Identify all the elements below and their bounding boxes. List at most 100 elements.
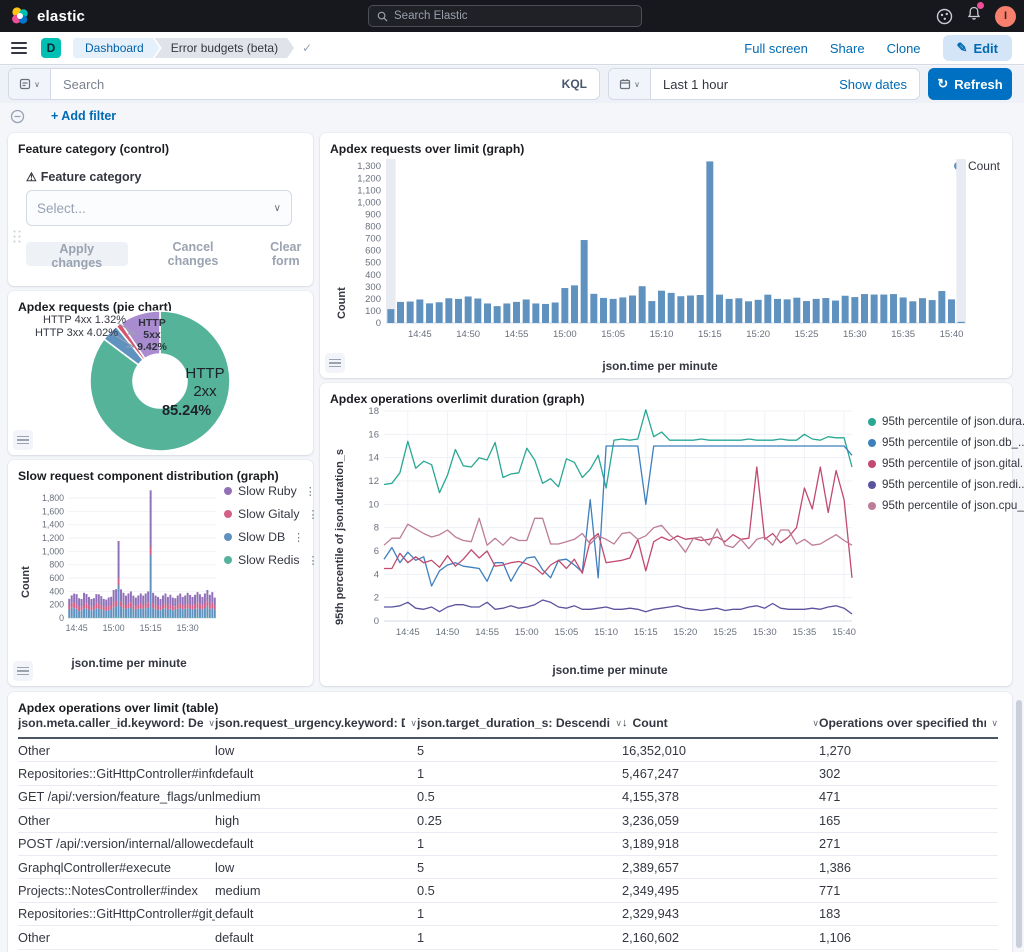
kql-toggle[interactable]: KQL bbox=[562, 77, 587, 91]
svg-text:700: 700 bbox=[365, 234, 381, 245]
svg-text:15:00: 15:00 bbox=[103, 623, 125, 633]
table-cell: 3,189,918 bbox=[622, 836, 819, 851]
full-screen-link[interactable]: Full screen bbox=[744, 41, 808, 56]
table-row[interactable]: Otherlow516,352,0101,270 bbox=[18, 739, 998, 762]
table-header-2[interactable]: json.target_duration_s: Descending∨ bbox=[417, 716, 622, 730]
legend-item[interactable]: Slow DB ⋮ bbox=[224, 530, 319, 544]
clone-link[interactable]: Clone bbox=[887, 41, 921, 56]
svg-text:15:20: 15:20 bbox=[674, 627, 698, 638]
panel-options-icon[interactable] bbox=[13, 430, 33, 450]
svg-text:15:15: 15:15 bbox=[634, 627, 658, 638]
legend-item[interactable]: 95th percentile of json.dura... bbox=[868, 415, 1024, 428]
clear-form-button[interactable]: Clear form bbox=[258, 240, 313, 268]
table-row[interactable]: Repositories::GitHttpController#git_upl.… bbox=[18, 903, 998, 926]
table-cell: 0.5 bbox=[417, 883, 622, 898]
svg-text:14:55: 14:55 bbox=[475, 627, 499, 638]
kql-search-input[interactable]: ∨ Search KQL bbox=[8, 68, 600, 100]
drag-handle[interactable] bbox=[12, 229, 22, 245]
table-row[interactable]: GraphqlController#executelow52,389,6571,… bbox=[18, 856, 998, 879]
svg-text:15:05: 15:05 bbox=[555, 627, 579, 638]
breadcrumb-dashboard[interactable]: Dashboard bbox=[73, 38, 160, 58]
svg-text:6: 6 bbox=[374, 546, 379, 557]
warning-triangle-icon: ⚠ bbox=[26, 170, 37, 184]
table-header-1[interactable]: json.request_urgency.keyword: Des...∨ bbox=[215, 716, 417, 730]
svg-text:1,400: 1,400 bbox=[42, 520, 64, 530]
bar-chart[interactable]: 01002003004005006007008009001,0001,1001,… bbox=[346, 155, 970, 355]
add-filter-link[interactable]: + Add filter bbox=[51, 109, 116, 123]
panel-options-icon[interactable] bbox=[13, 661, 33, 681]
table-cell: 4,155,378 bbox=[622, 789, 819, 804]
svg-text:15:40: 15:40 bbox=[832, 627, 856, 638]
svg-text:15:40: 15:40 bbox=[940, 329, 964, 340]
breadcrumb: Dashboard Error budgets (beta) ✓ bbox=[73, 38, 312, 58]
table-cell: medium bbox=[215, 883, 417, 898]
svg-text:15:25: 15:25 bbox=[713, 627, 737, 638]
cancel-changes-button[interactable]: Cancel changes bbox=[152, 240, 235, 268]
apply-changes-button[interactable]: Apply changes bbox=[26, 242, 128, 266]
notifications-icon[interactable] bbox=[966, 5, 982, 27]
slow-chart[interactable]: 02004006008001,0001,2001,4001,6001,80014… bbox=[30, 484, 218, 644]
panel-apdex-requests-pie: Apdex requests (pie chart) HTTP 4xx 1.32… bbox=[8, 291, 313, 455]
date-picker[interactable]: ∨ Last 1 hour Show dates bbox=[608, 68, 920, 100]
elastic-logo[interactable]: elastic bbox=[10, 6, 85, 26]
filter-set-menu-icon[interactable] bbox=[10, 109, 25, 124]
table-row[interactable]: Projects::NotesController#indexmedium0.5… bbox=[18, 879, 998, 902]
table-header-3[interactable]: ↓Count∨ bbox=[622, 716, 819, 730]
table-row[interactable]: Otherdefault12,160,6021,106 bbox=[18, 926, 998, 949]
deployment-icon[interactable] bbox=[936, 8, 953, 25]
search-placeholder: Search bbox=[63, 77, 562, 92]
legend-item[interactable]: 95th percentile of json.gital... bbox=[868, 457, 1024, 470]
legend-dot bbox=[224, 556, 232, 564]
table-row[interactable]: GET /api/:version/feature_flags/unleash.… bbox=[18, 786, 998, 809]
feature-category-select[interactable]: Select... ∨ bbox=[26, 190, 292, 226]
elastic-logo-icon bbox=[10, 6, 30, 26]
table-cell: 771 bbox=[819, 883, 998, 898]
user-avatar[interactable]: I bbox=[995, 6, 1016, 27]
table-row[interactable]: POST /api/:version/internal/alloweddefau… bbox=[18, 833, 998, 856]
table-row[interactable]: Repositories::GitHttpController#info_ref… bbox=[18, 762, 998, 785]
table-cell: Repositories::GitHttpController#info_ref… bbox=[18, 766, 215, 781]
bar-x-axis-title: json.time per minute bbox=[520, 359, 800, 373]
svg-text:300: 300 bbox=[365, 282, 381, 293]
svg-text:0: 0 bbox=[374, 616, 379, 627]
check-icon: ✓ bbox=[302, 41, 312, 55]
legend-dot bbox=[868, 418, 876, 426]
legend-item[interactable]: Slow Gitaly⋮ bbox=[224, 507, 319, 521]
lines-chart[interactable]: 02468101214161814:4514:5014:5515:0015:05… bbox=[348, 403, 858, 651]
table-cell: 16,352,010 bbox=[622, 743, 819, 758]
legend-more-icon[interactable]: ⋮ bbox=[308, 508, 319, 521]
legend-item[interactable]: Slow Ruby⋮ bbox=[224, 484, 319, 498]
panel-options-icon[interactable] bbox=[325, 353, 345, 373]
svg-text:1,800: 1,800 bbox=[42, 493, 64, 503]
scrollbar-thumb[interactable] bbox=[1016, 700, 1022, 948]
table-header-0[interactable]: json.meta.caller_id.keyword: Desce...∨ bbox=[18, 716, 215, 730]
legend-label: Slow DB bbox=[238, 530, 285, 544]
legend-item[interactable]: Slow Redis⋮ bbox=[224, 553, 319, 567]
saved-query-menu-button[interactable]: ∨ bbox=[9, 69, 51, 99]
svg-text:15:20: 15:20 bbox=[746, 329, 770, 340]
panel-title: Slow request component distribution (gra… bbox=[8, 460, 313, 483]
svg-text:14:55: 14:55 bbox=[505, 329, 529, 340]
table-cell: 1 bbox=[417, 766, 622, 781]
legend-more-icon[interactable]: ⋮ bbox=[305, 485, 316, 498]
time-range-value[interactable]: Last 1 hour bbox=[663, 77, 839, 92]
refresh-button[interactable]: ↻ Refresh bbox=[928, 68, 1012, 100]
legend-item[interactable]: 95th percentile of json.redi... bbox=[868, 478, 1024, 491]
table-row[interactable]: Otherhigh0.253,236,059165 bbox=[18, 809, 998, 832]
edit-button[interactable]: ✎ Edit bbox=[943, 35, 1012, 61]
table-cell: 2,349,495 bbox=[622, 883, 819, 898]
legend-item[interactable]: 95th percentile of json.db_... bbox=[868, 436, 1024, 449]
table-header-4[interactable]: Operations over specified threshold...∨ bbox=[819, 716, 998, 730]
breadcrumb-current[interactable]: Error budgets (beta) bbox=[155, 38, 294, 58]
svg-text:14:45: 14:45 bbox=[396, 627, 420, 638]
legend-more-icon[interactable]: ⋮ bbox=[293, 531, 304, 544]
calendar-menu-button[interactable]: ∨ bbox=[609, 69, 651, 99]
dashboard-app-icon[interactable]: D bbox=[41, 38, 61, 58]
legend-more-icon[interactable]: ⋮ bbox=[308, 554, 319, 567]
global-search-input[interactable]: Search Elastic bbox=[368, 5, 642, 27]
menu-icon[interactable] bbox=[11, 42, 27, 54]
share-link[interactable]: Share bbox=[830, 41, 865, 56]
pencil-icon: ✎ bbox=[957, 40, 968, 56]
show-dates-link[interactable]: Show dates bbox=[839, 77, 907, 92]
legend-item[interactable]: 95th percentile of json.cpu_s bbox=[868, 499, 1024, 512]
